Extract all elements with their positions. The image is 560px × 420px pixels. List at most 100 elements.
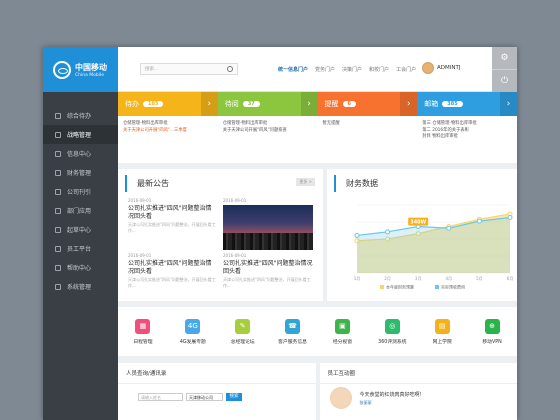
gear-icon[interactable]: ⚙ [492,47,517,70]
logo-cn: 中国移动 [75,62,107,72]
app-tile[interactable]: ⊕ 移动VPN [467,307,517,356]
sidebar: 中国移动 China Mobile 综合待办 战略管理 信息中心 财务管理公司刊引部门… [43,47,118,420]
app-tile[interactable]: ▣ 经分视窗 [318,307,368,356]
summary-card[interactable]: 待阅 37 › 仓储管理-物料出库审批 关于天津公司开展"四风"问题排查 [217,92,318,163]
header: 搜索... 统一信息门户 党务门户 决策门户 和校门户 工会门户 ADMINTJ [118,47,492,92]
logo-en: China Mobile [75,72,105,78]
card-label: 提醒 [324,100,339,108]
sidebar-item[interactable]: 员工平台 [43,239,118,258]
card-header[interactable]: 待办 185 › [118,92,218,116]
summary-card[interactable]: 待办 185 › 仓储管理-物料出库审批 关于天津公司开展"四风"...三季度 [118,92,218,163]
nav-icon [55,283,61,290]
app-label: 4G发展专题 [179,339,206,345]
news-title: 最新公告 [125,175,323,192]
chevron-right-icon[interactable]: › [200,92,218,116]
news-title[interactable]: 公司扎实推进"四风"问题整治情况回头看 [128,260,216,275]
search-input[interactable]: 搜索... [140,63,238,75]
app-tile[interactable]: ☎ 客户服务信息 [268,307,318,356]
legend-swatch [380,285,384,289]
sidebar-item[interactable]: 综合待办 [43,106,118,125]
series-area [357,217,510,273]
post-author[interactable]: 张丽丽 [360,400,372,406]
portal-link[interactable]: 工会门户 [396,66,416,73]
company-select[interactable]: 天津移动公司 [186,393,223,401]
search-button[interactable]: 搜索 [226,393,242,401]
app-grid: ▦ 日程管理 4G 4G发展专题 ✎ 总经理论坛 ☎ 客户服务信息 ▣ 经分视窗 ◎ 360评测系统 ▤… [118,307,517,356]
legend-label: 本年度财务预算 [386,284,414,290]
interact-panel: 员工互动圈 今天食堂的红烧肉真好吃啊！ 张丽丽 [319,363,517,420]
app-tile[interactable]: ◎ 360评测系统 [367,307,417,356]
app-tile[interactable]: 4G 4G发展专题 [168,307,218,356]
app-tile[interactable]: ✎ 总经理论坛 [218,307,268,356]
sidebar-item[interactable]: 财务管理 [43,163,118,182]
app-tile[interactable]: ▤ 网上学院 [417,307,467,356]
news-item[interactable]: 2016-09-01 公司扎实推进"四风"问题整治情况回头看 天津公司扎实推进"四风… [128,253,216,288]
sidebar-item-label: 公司刊引 [67,189,92,196]
data-point [385,229,391,235]
news-item[interactable]: 2016-09-01 公司扎实推进"四风"问题整治情况回头看 天津公司扎实推进"四风… [223,253,313,288]
app-label: 360评测系统 [378,339,407,345]
card-header[interactable]: 待阅 37 › [217,92,318,116]
count-badge: 6 [342,101,356,107]
app-tile[interactable]: ▦ 日程管理 [118,307,168,356]
post-text: 今天食堂的红烧肉真好吃啊！ [359,392,425,398]
card-line[interactable]: 关于天津公司开展"四风"问题排查 [223,128,313,135]
avatar[interactable] [422,62,434,74]
news-item[interactable]: 2016-09-01 [223,198,313,250]
portal-link[interactable]: 统一信息门户 [278,66,308,73]
chevron-right-icon[interactable]: › [500,92,517,116]
search-icon[interactable] [227,66,233,72]
tool-column: ⚙ ⏻ [492,47,517,92]
portal-link[interactable]: 和校门户 [369,66,389,73]
sidebar-nav: 综合待办 战略管理 信息中心 财务管理公司刊引部门应用起草中心 员工平台帮助中心系统管理 [43,106,118,296]
card-lines: 仓储管理-物料出库审批 关于天津公司开展"四风"问题排查 [218,116,318,139]
sidebar-item-label: 帮助中心 [67,265,92,272]
nav-icon [55,226,61,233]
card-label: 邮箱 [424,100,439,108]
nav-icon [55,245,61,252]
summary-card[interactable]: 邮箱 385 › 第三 仓储管理-物料出库审批 第二 2016年的关于表彰 封目 物料出库… [417,92,517,163]
nav-icon [55,264,61,271]
card-header[interactable]: 邮箱 385 › [417,92,517,116]
app-icon: ☎ [285,318,301,334]
more-button[interactable]: 更多 > [296,178,315,186]
sidebar-item[interactable]: 战略管理 [43,125,118,144]
x-tick-label: 4月 [446,276,453,281]
portal-link[interactable]: 党务门户 [315,66,335,73]
news-title[interactable]: 公司扎实推进"四风"问题整治情况回头看 [223,260,313,275]
interact-title: 员工互动圈 [319,363,517,384]
news-panel: 最新公告 更多 > 2016-09-01 公司扎实推进"四风"问题整治情况回头看天… [118,169,323,301]
sidebar-item[interactable]: 系统管理 [43,277,118,296]
name-search-input[interactable]: 请输入姓名 [138,393,183,401]
chevron-right-icon[interactable]: › [400,92,418,116]
news-item[interactable]: 2016-09-01 公司扎实推进"四风"问题整治情况回头看 天津公司扎实推进"四风… [128,198,216,250]
sidebar-item[interactable]: 信息中心 [43,144,118,163]
portal-link[interactable]: 决策门户 [342,66,362,73]
data-point [476,218,482,224]
sidebar-item-label: 部门应用 [67,208,92,215]
power-icon[interactable]: ⏻ [492,70,517,93]
sidebar-item[interactable]: 帮助中心 [43,258,118,277]
app-label: 日程管理 [133,339,153,345]
sidebar-item-label: 系统管理 [67,284,92,291]
nav-icon [55,169,61,176]
card-lines: 暂无提醒 [318,116,418,133]
sidebar-item[interactable]: 公司刊引 [43,182,118,201]
card-line[interactable]: 暂无提醒 [323,121,413,128]
username: ADMINTJ [437,65,461,71]
summary-card[interactable]: 提醒 6 › 暂无提醒 [317,92,418,163]
card-line[interactable]: 封目 物料出库审批 [422,134,512,141]
x-tick-label: 2月 [384,276,391,281]
avatar[interactable] [329,387,352,409]
card-header[interactable]: 提醒 6 › [317,92,418,116]
card-line[interactable]: 关于天津公司开展"四风"...三季度 [123,128,213,135]
user-menu[interactable]: ADMINTJ [422,62,460,74]
logo[interactable]: 中国移动 China Mobile [43,47,118,92]
sidebar-item[interactable]: 部门应用 [43,201,118,220]
news-title[interactable]: 公司扎实推进"四风"问题整治情况回头看 [128,205,216,220]
chevron-right-icon[interactable]: › [300,92,318,116]
card-lines: 第三 仓储管理-物料出库审批 第二 2016年的关于表彰 封目 物料出库审批 [417,116,517,146]
app-icon: 4G [185,318,201,334]
sidebar-item[interactable]: 起草中心 [43,220,118,239]
news-image[interactable] [223,205,313,250]
